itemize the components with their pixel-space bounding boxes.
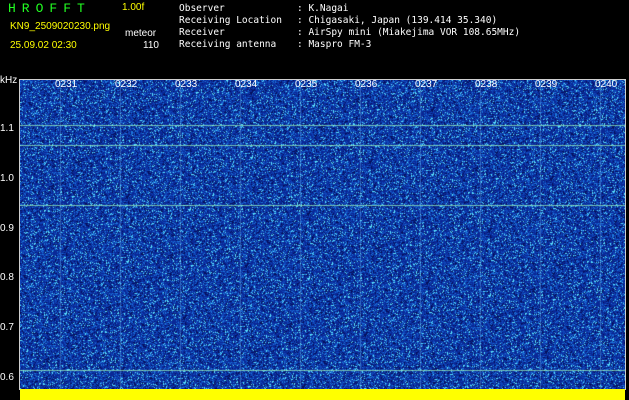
hrofft-window: HROFFT 1.00f KN9_2509020230.png 25.09.02… — [0, 0, 629, 400]
time-label: 0236 — [355, 79, 378, 90]
spectrogram-canvas — [20, 80, 625, 389]
time-label: 0234 — [235, 79, 258, 90]
spectrogram-plot[interactable] — [19, 79, 626, 390]
count-label: 110 — [143, 40, 159, 51]
y-tick-label: 0.7 — [0, 322, 14, 333]
y-tick-label: 1.1 — [0, 123, 14, 134]
time-label: 0240 — [595, 79, 618, 90]
y-tick-label: 1.0 — [0, 173, 14, 184]
info-row-location: Receiving Location : Chigasaki, Japan (1… — [179, 15, 520, 27]
time-label: 0231 — [55, 79, 78, 90]
info-row-observer: Observer : K.Nagai — [179, 3, 520, 15]
y-tick-label: 0.8 — [0, 272, 14, 283]
info-value: : Maspro FM-3 — [297, 39, 372, 50]
mode-label: meteor — [125, 28, 157, 39]
time-label: 0238 — [475, 79, 498, 90]
info-row-antenna: Receiving antenna : Maspro FM-3 — [179, 39, 520, 51]
station-info: Observer : K.Nagai Receiving Location : … — [179, 3, 520, 51]
time-label: 0237 — [415, 79, 438, 90]
app-title: HROFFT — [8, 1, 91, 16]
info-value: : AirSpy mini (Miakejima VOR 108.65MHz) — [297, 27, 521, 38]
datetime-label: 25.09.02 02:30 — [10, 40, 77, 51]
info-row-receiver: Receiver : AirSpy mini (Miakejima VOR 10… — [179, 27, 520, 39]
info-label: Receiver — [179, 27, 225, 38]
filename-label: KN9_2509020230.png — [10, 21, 111, 32]
info-label: Receiving Location — [179, 15, 282, 26]
header: HROFFT 1.00f KN9_2509020230.png 25.09.02… — [0, 0, 629, 76]
version-label: 1.00f — [122, 2, 145, 13]
time-label: 0232 — [115, 79, 138, 90]
y-axis-unit: kHz — [0, 75, 18, 86]
signal-level-bar — [20, 389, 625, 400]
info-value: : Chigasaki, Japan (139.414 35.340) — [297, 15, 498, 26]
info-label: Observer — [179, 3, 225, 14]
info-label: Receiving antenna — [179, 39, 277, 50]
time-label: 0239 — [535, 79, 558, 90]
time-label: 0233 — [175, 79, 198, 90]
info-value: : K.Nagai — [297, 3, 349, 14]
time-label: 0235 — [295, 79, 318, 90]
y-tick-label: 0.6 — [0, 372, 14, 383]
y-tick-label: 0.9 — [0, 223, 14, 234]
time-axis: 0231 0232 0233 0234 0235 0236 0237 0238 … — [22, 79, 625, 93]
